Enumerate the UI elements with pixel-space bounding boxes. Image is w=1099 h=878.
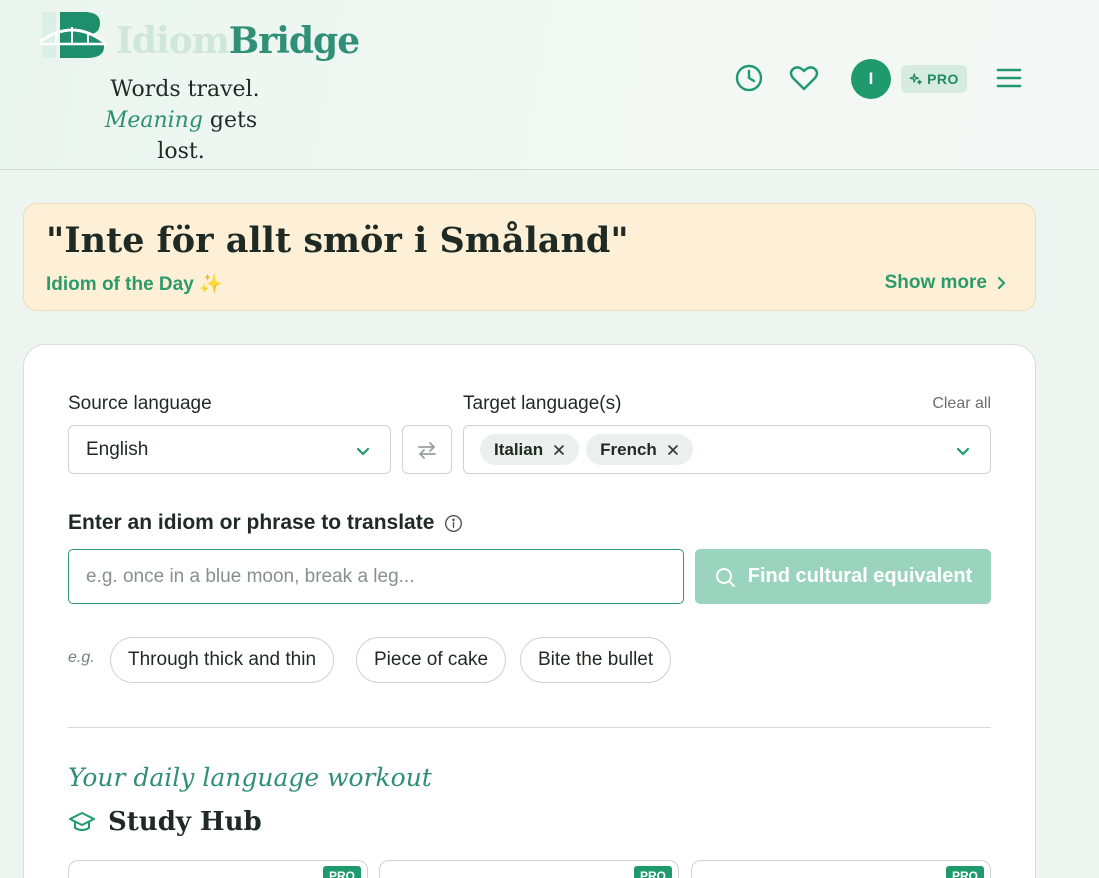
tagline-line1: Words travel. bbox=[110, 77, 260, 102]
tagline-line2: Meaning gets lost. bbox=[104, 108, 258, 164]
pro-badge: PRO bbox=[634, 866, 672, 878]
bridge-logo-icon bbox=[39, 12, 106, 58]
swap-icon bbox=[418, 441, 436, 459]
find-button-label: Find cultural equivalent bbox=[747, 565, 973, 587]
phrase-label: Enter an idiom or phrase to translate bbox=[68, 511, 463, 535]
logo-wordmark: IdiomBridge bbox=[116, 20, 360, 62]
info-icon[interactable] bbox=[444, 514, 463, 533]
source-language-select[interactable]: English bbox=[68, 425, 391, 474]
chevron-down-icon bbox=[956, 447, 970, 456]
close-icon[interactable] bbox=[553, 444, 565, 456]
target-chip-french[interactable]: French bbox=[586, 434, 693, 465]
show-more-link[interactable]: Show more bbox=[885, 272, 1009, 294]
pro-badge[interactable]: PRO bbox=[901, 65, 967, 93]
heart-icon[interactable] bbox=[788, 62, 820, 94]
suggestion-chip[interactable]: Piece of cake bbox=[356, 637, 507, 683]
show-more-label: Show more bbox=[884, 272, 987, 293]
idiom-of-the-day-phrase: "Inte för allt smör i Småland" bbox=[46, 220, 629, 261]
sparkle-icon bbox=[909, 73, 922, 85]
swap-languages-button[interactable] bbox=[402, 425, 452, 474]
source-language-label: Source language bbox=[68, 393, 212, 414]
pro-badge: PRO bbox=[946, 866, 984, 878]
idiom-of-the-day-label: Idiom of the Day ✨ bbox=[46, 274, 223, 295]
target-language-label: Target language(s) bbox=[463, 393, 622, 414]
phrase-input[interactable] bbox=[68, 549, 684, 604]
pro-label: PRO bbox=[927, 71, 959, 87]
workout-heading: Your daily language workout bbox=[68, 763, 432, 792]
tagline: Words travel. Meaning gets lost. bbox=[90, 74, 280, 167]
pro-badge: PRO bbox=[323, 866, 361, 878]
menu-icon[interactable] bbox=[993, 62, 1025, 94]
header: IdiomBridge Words travel. Meaning gets l… bbox=[0, 0, 1099, 170]
chip-label: French bbox=[600, 439, 657, 459]
suggestion-chip[interactable]: Through thick and thin bbox=[110, 637, 335, 683]
search-icon bbox=[715, 567, 735, 587]
translator-card: Source language Target language(s) Clear… bbox=[23, 344, 1036, 878]
history-icon[interactable] bbox=[733, 62, 765, 94]
find-cultural-equivalent-button[interactable]: Find cultural equivalent bbox=[695, 549, 991, 604]
chevron-right-icon bbox=[997, 276, 1006, 290]
target-language-select[interactable]: Italian French bbox=[463, 425, 991, 474]
logo[interactable]: IdiomBridge bbox=[36, 10, 360, 70]
study-card[interactable]: PRO bbox=[68, 860, 368, 878]
suggestion-chip[interactable]: Bite the bullet bbox=[520, 637, 672, 683]
chip-label: Italian bbox=[494, 439, 544, 459]
avatar[interactable]: I bbox=[851, 59, 891, 99]
close-icon[interactable] bbox=[667, 444, 679, 456]
divider bbox=[68, 727, 991, 728]
idiom-of-the-day-card: "Inte för allt smör i Småland" Idiom of … bbox=[23, 203, 1036, 311]
chevron-down-icon bbox=[356, 447, 370, 456]
study-card[interactable]: PRO bbox=[379, 860, 679, 878]
study-card[interactable]: PRO bbox=[691, 860, 991, 878]
graduation-cap-icon bbox=[69, 812, 95, 831]
clear-all-button[interactable]: Clear all bbox=[932, 395, 991, 413]
study-hub-title: Study Hub bbox=[68, 807, 262, 837]
target-chip-italian[interactable]: Italian bbox=[480, 434, 580, 465]
source-language-value: English bbox=[86, 438, 149, 460]
examples-label: e.g. bbox=[68, 649, 95, 666]
